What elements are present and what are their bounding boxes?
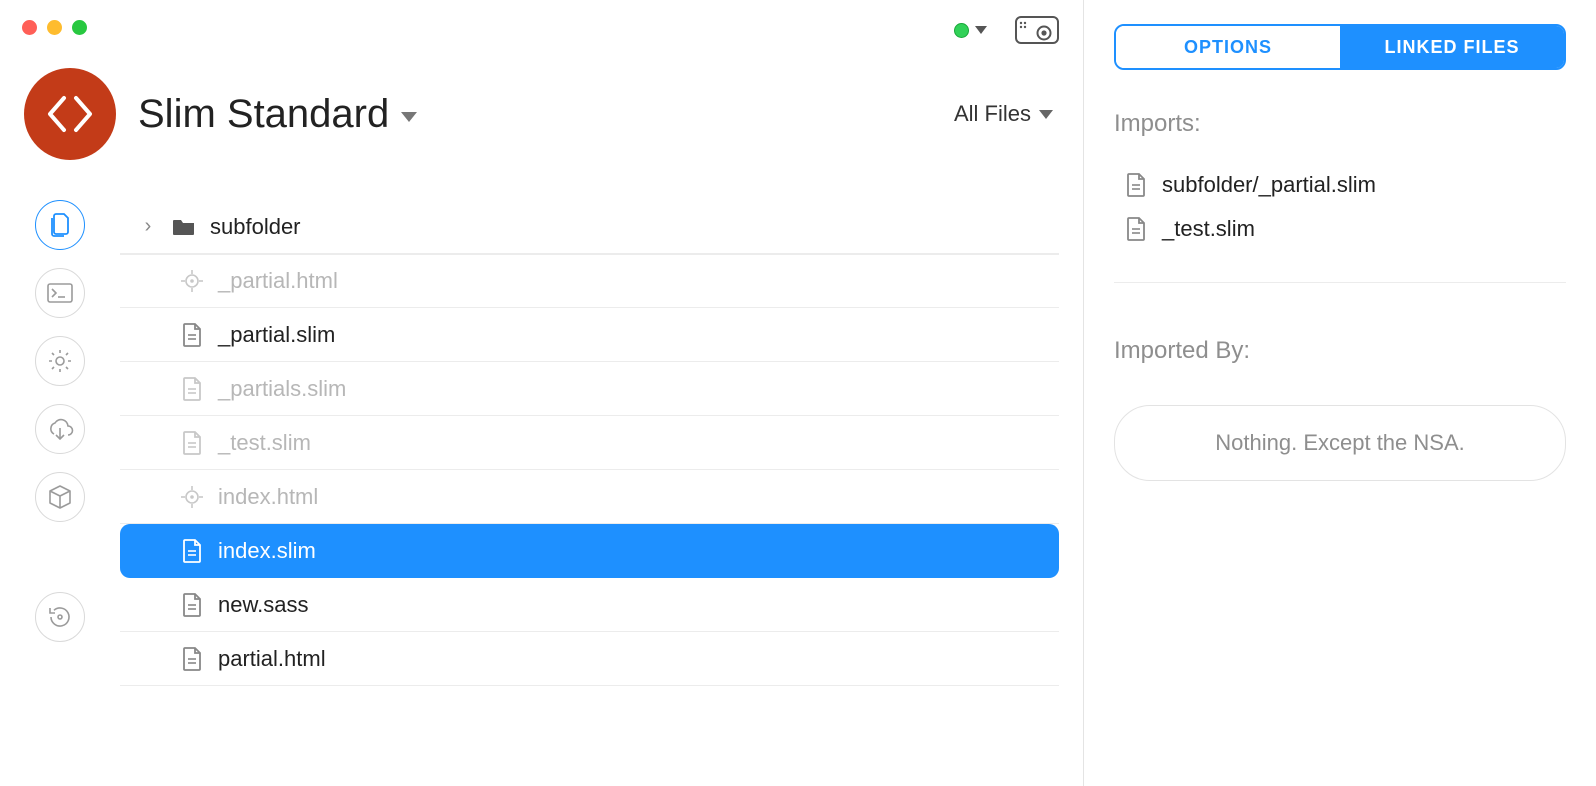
import-item[interactable]: _test.slim [1114,216,1566,242]
nav-rail [0,200,120,786]
document-icon [180,539,204,563]
document-icon [180,593,204,617]
import-name: subfolder/_partial.slim [1162,172,1376,198]
imports-heading: Imports: [1114,110,1566,138]
main-panel: Slim Standard All Files [0,0,1084,786]
file-row[interactable]: index.html [120,470,1059,524]
document-icon [180,323,204,347]
file-name: _partial.html [218,268,338,294]
document-icon [180,431,204,455]
chevron-down-icon [975,26,987,34]
project-title-dropdown[interactable]: Slim Standard [138,92,417,137]
imported-by-heading: Imported By: [1114,337,1566,365]
target-icon [180,270,204,292]
preview-button[interactable] [1015,16,1059,44]
file-name: _partial.slim [218,322,335,348]
document-icon [1124,173,1148,197]
maximize-window-button[interactable] [72,20,87,35]
nav-package-button[interactable] [35,472,85,522]
window-controls [22,20,87,35]
file-name: new.sass [218,592,309,618]
chevron-down-icon [1039,110,1053,119]
nav-history-button[interactable] [35,592,85,642]
project-title: Slim Standard [138,92,389,137]
file-name: partial.html [218,646,326,672]
file-list: › subfolder _partial.html _partial.slim _par… [120,200,1083,786]
status-dot-icon [954,23,969,38]
import-name: _test.slim [1162,216,1255,242]
minimize-window-button[interactable] [47,20,62,35]
empty-text: Nothing. Except the NSA. [1215,430,1464,456]
tab-linked-files[interactable]: LINKED FILES [1340,26,1564,68]
imported-by-empty: Nothing. Except the NSA. [1114,405,1566,481]
right-panel: OPTIONS LINKED FILES Imports: subfolder/… [1084,0,1596,786]
folder-icon [172,217,196,237]
document-icon [180,647,204,671]
file-name: _partials.slim [218,376,346,402]
file-row[interactable]: partial.html [120,632,1059,686]
close-window-button[interactable] [22,20,37,35]
document-icon [180,377,204,401]
tab-options[interactable]: OPTIONS [1116,26,1340,68]
chevron-right-icon: › [138,215,158,238]
target-icon [180,486,204,508]
chevron-down-icon [401,112,417,122]
file-row[interactable]: index.slim [120,524,1059,578]
file-filter-dropdown[interactable]: All Files [954,101,1053,127]
file-name: index.slim [218,538,316,564]
nav-terminal-button[interactable] [35,268,85,318]
file-name: index.html [218,484,318,510]
nav-settings-button[interactable] [35,336,85,386]
folder-row[interactable]: › subfolder [120,200,1059,254]
panel-tabs: OPTIONS LINKED FILES [1114,24,1566,70]
filter-label: All Files [954,101,1031,127]
file-row[interactable]: _test.slim [120,416,1059,470]
status-indicator[interactable] [954,23,987,38]
file-name: _test.slim [218,430,311,456]
document-icon [1124,217,1148,241]
file-row[interactable]: _partials.slim [120,362,1059,416]
file-name: subfolder [210,214,301,240]
file-row[interactable]: _partial.html [120,254,1059,308]
import-item[interactable]: subfolder/_partial.slim [1114,172,1566,198]
nav-cloud-button[interactable] [35,404,85,454]
file-row[interactable]: _partial.slim [120,308,1059,362]
file-row[interactable]: new.sass [120,578,1059,632]
project-icon [24,68,116,160]
imports-list: subfolder/_partial.slim _test.slim [1114,172,1566,283]
nav-files-button[interactable] [35,200,85,250]
